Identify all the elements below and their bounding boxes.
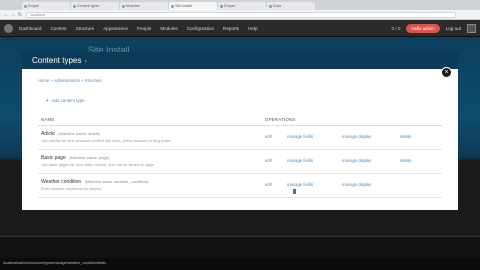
menu-item-appearance[interactable]: Appearance — [103, 26, 128, 31]
edit-link[interactable]: edit — [265, 134, 272, 139]
manage-display-link[interactable]: manage display — [342, 158, 371, 163]
manage-fields-link[interactable]: manage fields — [287, 134, 313, 139]
reload-icon[interactable]: ↻ — [17, 12, 23, 18]
column-header-name: NAME — [41, 117, 55, 122]
screen: Drupal Content types Modules Site Instal… — [0, 0, 480, 270]
manage-fields-link[interactable]: manage fields — [287, 182, 313, 187]
edit-link[interactable]: edit — [265, 182, 272, 187]
close-dialog-button[interactable]: × — [441, 67, 452, 78]
count-indicator: 0 / 0 — [391, 26, 401, 31]
favicon-icon — [171, 5, 174, 8]
favicon-icon — [24, 5, 27, 8]
status-url: localhost/admin/structure/types/manage/w… — [3, 261, 107, 265]
browser-tab[interactable]: Content types — [71, 2, 119, 10]
logout-link[interactable]: Log out — [446, 26, 461, 31]
menu-item-help[interactable]: Help — [248, 26, 257, 31]
content-type-description: Use articles for time-sensitive content … — [41, 139, 172, 143]
browser-tab-active[interactable]: Site Install — [169, 2, 217, 10]
manage-display-link[interactable]: manage display — [342, 134, 371, 139]
browser-tab[interactable]: Drupal — [22, 2, 70, 10]
table-row: Weather condition (Machine name: weather… — [38, 174, 442, 198]
delete-link[interactable]: delete — [400, 134, 411, 139]
overlay-dialog: Content types? Home » Administration » S… — [22, 52, 458, 210]
manage-display-link[interactable]: manage display — [342, 182, 371, 187]
browser-status-bar: localhost/admin/structure/types/manage/w… — [0, 258, 480, 270]
favicon-icon — [269, 5, 272, 8]
forward-icon[interactable]: → — [10, 12, 16, 18]
toolbar-toggle[interactable] — [467, 24, 476, 33]
back-icon[interactable]: ← — [3, 12, 9, 18]
home-icon[interactable] — [4, 24, 13, 33]
browser-tab[interactable]: Modules — [120, 2, 168, 10]
menu-item-structure[interactable]: Structure — [76, 26, 95, 31]
favicon-icon — [220, 5, 223, 8]
user-greeting[interactable]: Hello admin — [406, 24, 440, 33]
browser-tab[interactable]: Drupal — [218, 2, 266, 10]
user-area: 0 / 0 Hello admin Log out — [392, 23, 476, 34]
favicon-icon — [122, 5, 125, 8]
favicon-icon — [73, 5, 76, 8]
content-type-name: Weather condition (Machine name: weather… — [41, 179, 149, 185]
delete-link[interactable]: delete — [400, 158, 411, 163]
menu-item-modules[interactable]: Modules — [160, 26, 177, 31]
menu-item-people[interactable]: People — [137, 26, 151, 31]
mouse-cursor-icon — [293, 189, 296, 194]
content-type-name: Article (Machine name: article) — [41, 131, 101, 137]
browser-tab[interactable]: Docs — [267, 2, 315, 10]
column-header-operations: OPERATIONS — [265, 117, 296, 122]
dialog-title: Content types? — [32, 56, 87, 65]
menu-item-configuration[interactable]: Configuration — [187, 26, 214, 31]
admin-menu: Dashboard Content Structure Appearance P… — [19, 20, 258, 37]
content-type-description: Enter weather conditions for display — [41, 187, 102, 191]
divider — [0, 236, 480, 237]
table-row: Basic page (Machine name: page) Use basi… — [38, 150, 442, 174]
dialog-header: Content types? — [22, 52, 458, 69]
menu-item-reports[interactable]: Reports — [223, 26, 239, 31]
url-input[interactable]: localhost — [26, 12, 456, 18]
menu-item-dashboard[interactable]: Dashboard — [19, 26, 41, 31]
content-type-name: Basic page (Machine name: page) — [41, 155, 110, 161]
table-row: Article (Machine name: article) Use arti… — [38, 126, 442, 150]
help-icon[interactable]: ? — [84, 59, 87, 64]
address-bar: ← → ↻ localhost — [0, 10, 480, 20]
content-type-description: Use basic pages for your static content,… — [41, 163, 155, 167]
menu-item-content[interactable]: Content — [50, 26, 66, 31]
breadcrumb[interactable]: Home » Administration » Structure — [38, 78, 102, 83]
admin-toolbar: Dashboard Content Structure Appearance P… — [0, 20, 480, 37]
browser-tabbar: Drupal Content types Modules Site Instal… — [0, 0, 480, 10]
edit-link[interactable]: edit — [265, 158, 272, 163]
add-content-type-link[interactable]: Add content type — [46, 98, 85, 103]
manage-fields-link[interactable]: manage fields — [287, 158, 313, 163]
